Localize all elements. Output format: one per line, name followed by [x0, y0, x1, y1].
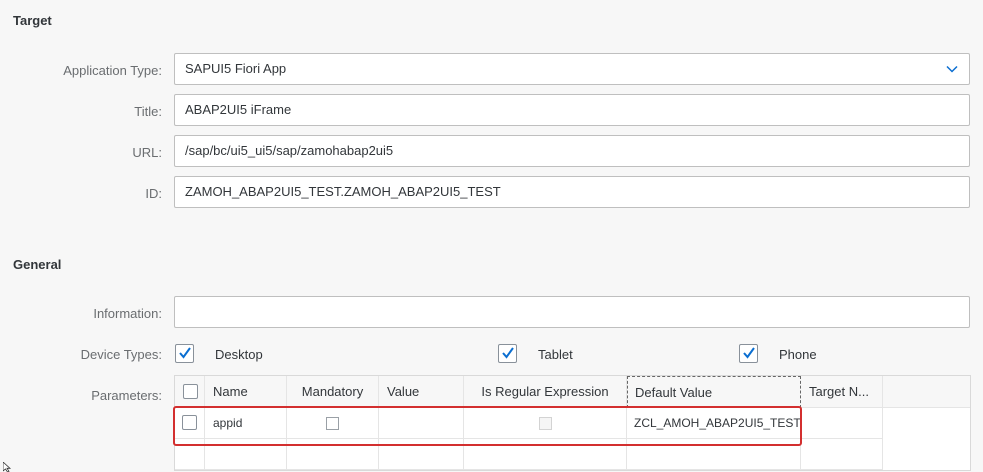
column-header-filler: [883, 376, 970, 408]
tablet-checkbox[interactable]: [498, 344, 517, 363]
column-header-name[interactable]: Name: [205, 376, 287, 408]
empty-cell: [205, 439, 287, 470]
cell-value[interactable]: [379, 408, 464, 439]
information-label: Information:: [93, 306, 162, 321]
select-all-header: [175, 376, 205, 408]
application-type-label: Application Type:: [63, 63, 162, 78]
row-select-checkbox[interactable]: [182, 415, 197, 430]
parameters-table: Name Mandatory Value Is Regular Expressi…: [174, 375, 971, 471]
parameters-label: Parameters:: [91, 388, 162, 403]
row-select-cell: [175, 408, 205, 439]
cell-target-name[interactable]: [801, 408, 883, 439]
application-type-select[interactable]: SAPUI5 Fiori App: [174, 53, 970, 85]
url-input[interactable]: /sap/bc/ui5_ui5/sap/zamohabap2ui5: [174, 135, 970, 167]
empty-cell: [464, 439, 627, 470]
regex-checkbox: [539, 417, 552, 430]
device-types-label: Device Types:: [80, 347, 162, 362]
cell-default-value[interactable]: ZCL_AMOH_ABAP2UI5_TEST: [627, 408, 801, 439]
empty-cell: [175, 439, 205, 470]
column-header-value[interactable]: Value: [379, 376, 464, 408]
cell-name[interactable]: appid: [205, 408, 287, 439]
checkmark-icon: [502, 347, 514, 359]
cell-regex: [464, 408, 627, 439]
column-header-regex[interactable]: Is Regular Expression: [464, 376, 627, 408]
id-label: ID:: [145, 186, 162, 201]
title-input[interactable]: ABAP2UI5 iFrame: [174, 94, 970, 126]
checkmark-icon: [179, 347, 191, 359]
url-label: URL:: [132, 145, 162, 160]
checkmark-icon: [743, 347, 755, 359]
select-all-checkbox[interactable]: [183, 384, 198, 399]
phone-label: Phone: [779, 347, 817, 362]
mandatory-checkbox[interactable]: [326, 417, 339, 430]
desktop-label: Desktop: [215, 347, 263, 362]
column-header-target-name[interactable]: Target N...: [801, 376, 883, 408]
empty-cell: [379, 439, 464, 470]
chevron-down-icon[interactable]: [945, 62, 959, 76]
column-header-default-value[interactable]: Default Value: [627, 376, 801, 408]
empty-cell: [627, 439, 801, 470]
desktop-checkbox[interactable]: [175, 344, 194, 363]
id-input[interactable]: ZAMOH_ABAP2UI5_TEST.ZAMOH_ABAP2UI5_TEST: [174, 176, 970, 208]
information-input[interactable]: [174, 296, 970, 328]
column-header-mandatory[interactable]: Mandatory: [287, 376, 379, 408]
empty-cell: [287, 439, 379, 470]
section-title-target: Target: [13, 13, 52, 28]
phone-checkbox[interactable]: [739, 344, 758, 363]
section-title-general: General: [13, 257, 62, 272]
application-type-value: SAPUI5 Fiori App: [185, 61, 287, 76]
title-label: Title:: [134, 104, 162, 119]
tablet-label: Tablet: [538, 347, 573, 362]
empty-cell: [801, 439, 883, 470]
cell-mandatory: [287, 408, 379, 439]
